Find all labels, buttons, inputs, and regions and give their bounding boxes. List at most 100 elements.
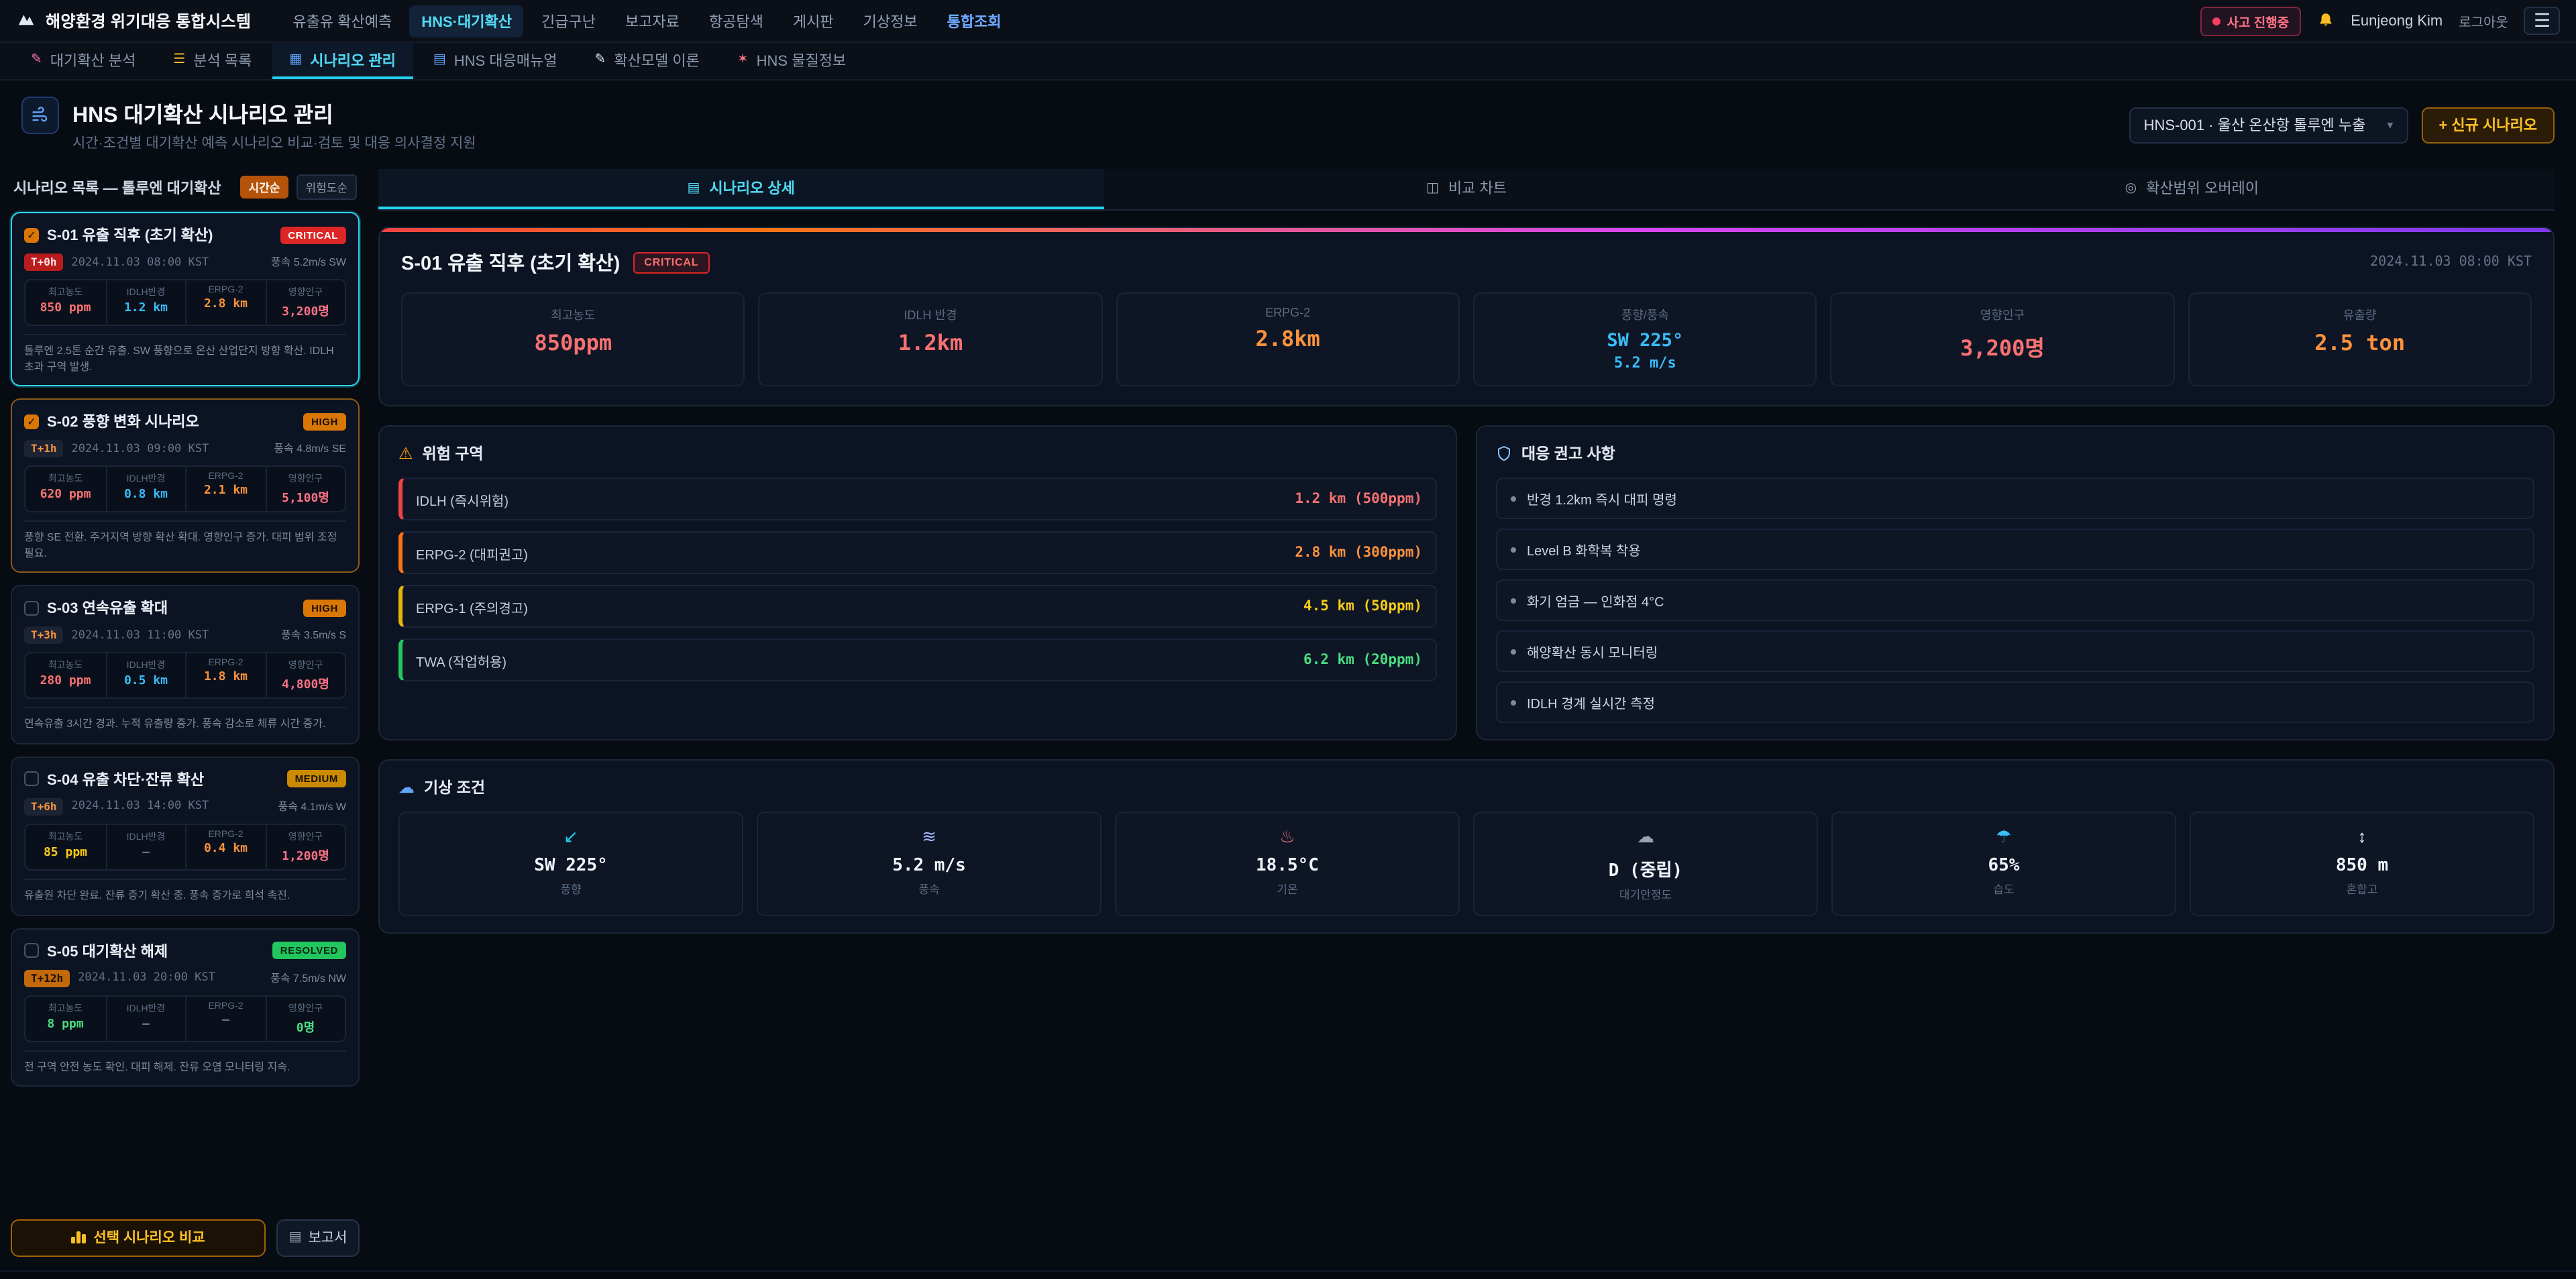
incident-status-badge[interactable]: 사고 진행중 xyxy=(2200,6,2302,36)
tab-label: 비교 차트 xyxy=(1448,177,1507,199)
nav-air-search[interactable]: 항공탐색 xyxy=(697,5,775,37)
status-dot-icon xyxy=(2212,17,2220,25)
tab-label: 대기확산 분석 xyxy=(50,49,136,70)
detail-timestamp: 2024.11.03 08:00 KST xyxy=(2370,255,2532,270)
scenario-card[interactable]: ✓ S-01 유출 직후 (초기 확산) CRITICAL T+0h 2024.… xyxy=(11,212,360,386)
hazard-panel-title: 위험 구역 xyxy=(423,443,484,464)
time-offset-badge: T+6h xyxy=(24,798,64,816)
bar-chart-icon xyxy=(71,1231,85,1243)
nav-emergency-rescue[interactable]: 긴급구난 xyxy=(529,5,608,37)
main-menu: 유출유 확산예측 HNS·대기확산 긴급구난 보고자료 항공탐색 게시판 기상정… xyxy=(280,5,1013,37)
nav-weather-info[interactable]: 기상정보 xyxy=(851,5,930,37)
stat-label: 최고농도 xyxy=(413,306,733,323)
tab-substance-info[interactable]: ✶ HNS 물질정보 xyxy=(720,43,863,79)
report-button-label: 보고서 xyxy=(308,1227,347,1247)
weather-temperature: ♨ 18.5°C 기온 xyxy=(1115,812,1460,916)
hazard-row: ERPG-2 (대피권고) 2.8 km (300ppm) xyxy=(398,531,1437,574)
tab-range-overlay[interactable]: ◎ 확산범위 오버레이 xyxy=(1829,169,2555,209)
stat-value: 0.5 km xyxy=(109,675,182,689)
scenario-description: 전 구역 안전 농도 확인. 대피 해제. 잔류 오염 모니터링 지속. xyxy=(24,1050,346,1074)
weather-label: 풍속 xyxy=(769,881,1089,897)
footer-bar xyxy=(0,1270,2576,1279)
weather-value: 65% xyxy=(1843,856,2164,876)
stat-value: 850 ppm xyxy=(28,302,103,315)
compare-scenarios-button[interactable]: 선택 시나리오 비교 xyxy=(11,1219,266,1256)
tab-model-theory[interactable]: ✎ 확산모델 이론 xyxy=(578,43,717,79)
scenario-description: 연속유출 3시간 경과. 누적 유출량 증가. 풍속 감소로 체류 시간 증가. xyxy=(24,708,346,732)
content-area: 시나리오 목록 — 톨루엔 대기확산 시간순 위험도순 ✓ S-01 유출 직후… xyxy=(0,166,2576,1270)
nav-integrated-search[interactable]: 통합조회 xyxy=(935,5,1014,37)
recommendations-panel: 대응 권고 사항 반경 1.2km 즉시 대피 명령 Level B 화학복 착… xyxy=(1476,425,2555,740)
pencil-icon: ✎ xyxy=(31,52,42,67)
tab-compare-chart[interactable]: ◫ 비교 차트 xyxy=(1104,169,1829,209)
stat-value: 280 ppm xyxy=(28,675,103,689)
stat-value: 4,800명 xyxy=(269,675,342,693)
stat-value: 0.4 km xyxy=(189,842,262,856)
stat-value: 1.2km xyxy=(771,330,1091,355)
scenario-checkbox[interactable]: ✓ xyxy=(24,227,39,242)
tab-scenario-management[interactable]: ▦ 시나리오 관리 xyxy=(272,43,413,79)
tab-scenario-detail[interactable]: ▤ 시나리오 상세 xyxy=(378,169,1104,209)
flask-icon: ✶ xyxy=(737,52,749,67)
nav-oil-spill[interactable]: 유출유 확산예측 xyxy=(280,5,404,37)
nav-hns-diffusion[interactable]: HNS·대기확산 xyxy=(409,5,524,37)
nav-reports[interactable]: 보고자료 xyxy=(613,5,692,37)
stat-value: — xyxy=(109,1017,182,1031)
stat-label: IDLH반경 xyxy=(109,659,182,673)
logout-button[interactable]: 로그아웃 xyxy=(2459,11,2508,31)
weather-stability: ☁ D (중립) 대기안정도 xyxy=(1473,812,1818,916)
new-scenario-button[interactable]: + 신규 시나리오 xyxy=(2421,107,2555,143)
tab-analysis-list[interactable]: ☰ 분석 목록 xyxy=(156,43,269,79)
scenario-card[interactable]: ✓ S-04 유출 차단·잔류 확산 MEDIUM T+6h 2024.11.0… xyxy=(11,757,360,915)
stat-label: 풍향/풍속 xyxy=(1485,306,1805,323)
page-subtitle: 시간·조건별 대기확산 예측 시나리오 비교·검토 및 대응 의사결정 지원 xyxy=(72,133,476,153)
sort-by-time-button[interactable]: 시간순 xyxy=(241,176,288,199)
logo-icon xyxy=(16,11,36,31)
height-ruler-icon: ↕ xyxy=(2202,826,2522,848)
report-button[interactable]: ▤ 보고서 xyxy=(276,1219,360,1256)
tab-label: 시나리오 관리 xyxy=(310,49,396,70)
recommendation-item: 화기 엄금 — 인화점 4°C xyxy=(1496,579,2534,621)
tab-diffusion-analysis[interactable]: ✎ 대기확산 분석 xyxy=(13,43,153,79)
app-title: 해양환경 위기대응 통합시스템 xyxy=(46,9,251,32)
weather-grid: ↙ SW 225° 풍향 ≋ 5.2 m/s 풍속 ♨ 18.5°C 기온 xyxy=(398,812,2534,916)
page-header: HNS 대기확산 시나리오 관리 시간·조건별 대기확산 예측 시나리오 비교·… xyxy=(0,80,2576,166)
sort-by-risk-button[interactable]: 위험도순 xyxy=(296,174,357,200)
sidebar-header: 시나리오 목록 — 톨루엔 대기확산 시간순 위험도순 xyxy=(11,169,360,212)
weather-value: 18.5°C xyxy=(1127,856,1448,876)
scenario-wind: 풍속 7.5m/s NW xyxy=(270,970,346,985)
stat-value: SW 225° xyxy=(1485,330,1805,351)
stat-label: IDLH반경 xyxy=(109,830,182,844)
scenario-card[interactable]: ✓ S-02 풍향 변화 시나리오 HIGH T+1h 2024.11.03 0… xyxy=(11,398,360,573)
scenario-checkbox[interactable]: ✓ xyxy=(24,601,39,616)
chart-icon: ◫ xyxy=(1426,180,1439,195)
scenario-card[interactable]: ✓ S-05 대기확산 해제 RESOLVED T+12h 2024.11.03… xyxy=(11,928,360,1087)
scenario-checkbox[interactable]: ✓ xyxy=(24,772,39,787)
stat-label: 최고농도 xyxy=(28,830,103,844)
weather-label: 대기안정도 xyxy=(1485,887,1806,903)
overlay-target-icon: ◎ xyxy=(2125,180,2137,195)
stat-value-2: 5.2 m/s xyxy=(1485,354,1805,372)
scenario-checkbox[interactable]: ✓ xyxy=(24,943,39,958)
tab-label: 시나리오 상세 xyxy=(709,177,795,199)
stat-label: ERPG-2 xyxy=(1128,306,1448,319)
nav-board[interactable]: 게시판 xyxy=(781,5,846,37)
tab-label: 분석 목록 xyxy=(193,49,252,70)
tab-hns-manual[interactable]: ▤ HNS 대응매뉴얼 xyxy=(416,43,575,79)
weather-label: 기온 xyxy=(1127,881,1448,897)
bell-icon[interactable] xyxy=(2317,12,2334,30)
cloud-icon: ☁ xyxy=(1485,826,1806,848)
recommendation-item: 해양확산 동시 모니터링 xyxy=(1496,630,2534,672)
hamburger-menu-icon[interactable]: ☰ xyxy=(2524,7,2560,35)
scenario-timestamp: 2024.11.03 08:00 KST xyxy=(72,256,209,269)
weather-value: 850 m xyxy=(2202,856,2522,876)
weather-wind-speed: ≋ 5.2 m/s 풍속 xyxy=(757,812,1102,916)
incident-select[interactable]: HNS-001 · 울산 온산항 톨루엔 누출 ▾ xyxy=(2129,107,2408,143)
user-name[interactable]: Eunjeong Kim xyxy=(2351,13,2443,29)
weather-label: 습도 xyxy=(1843,881,2164,897)
scenario-checkbox[interactable]: ✓ xyxy=(24,414,39,429)
scenario-card[interactable]: ✓ S-03 연속유출 확대 HIGH T+3h 2024.11.03 11:0… xyxy=(11,586,360,744)
scenario-title: S-04 유출 차단·잔류 확산 xyxy=(47,769,279,790)
stat-max-concentration: 최고농도 850ppm xyxy=(401,292,745,386)
cloud-icon: ☁ xyxy=(398,778,415,797)
